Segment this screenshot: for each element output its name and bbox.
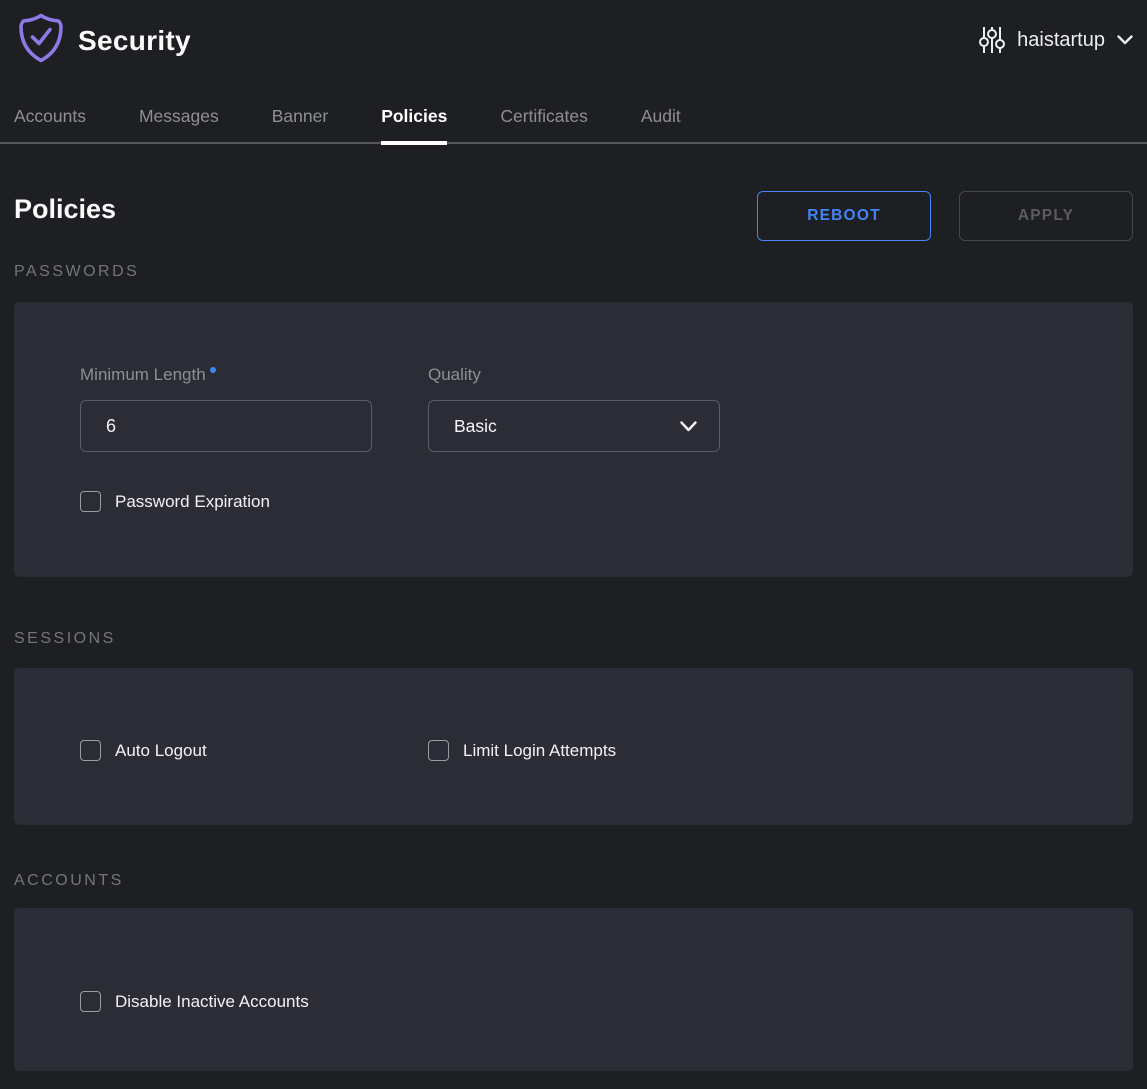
passwords-section-label: PASSWORDS [14,263,139,281]
minimum-length-label: Minimum Length [80,365,216,385]
sessions-section-label: SESSIONS [14,630,116,648]
accounts-panel: Disable Inactive Accounts [14,908,1133,1071]
disable-inactive-accounts-label: Disable Inactive Accounts [115,992,309,1012]
tab-accounts[interactable]: Accounts [14,103,86,142]
password-expiration-checkbox[interactable] [80,491,101,512]
quality-label: Quality [428,365,481,385]
sessions-panel: Auto Logout Limit Login Attempts [14,668,1133,825]
chevron-down-icon [680,421,697,432]
tab-messages[interactable]: Messages [139,103,219,142]
security-shield-icon [18,13,64,63]
passwords-panel: Minimum Length Quality Basic Password Ex… [14,302,1133,577]
app-header: Security haistartup [0,0,1147,90]
tab-policies[interactable]: Policies [381,103,447,142]
account-name: haistartup [1017,29,1105,52]
password-expiration-checkbox-row[interactable]: Password Expiration [80,491,270,512]
limit-login-attempts-checkbox-row[interactable]: Limit Login Attempts [428,740,616,761]
auto-logout-checkbox[interactable] [80,740,101,761]
disable-inactive-accounts-checkbox[interactable] [80,991,101,1012]
security-settings-screen: Security haistartup Accounts Messages Ba [0,0,1147,1089]
required-indicator-icon [210,367,216,373]
quality-select[interactable]: Basic [428,400,720,452]
password-expiration-label: Password Expiration [115,492,270,512]
page-header-title: Security [78,25,191,57]
page-title: Policies [14,194,116,225]
quality-select-value: Basic [454,416,680,437]
tab-certificates[interactable]: Certificates [500,103,588,142]
tab-audit[interactable]: Audit [641,103,681,142]
auto-logout-checkbox-row[interactable]: Auto Logout [80,740,207,761]
limit-login-attempts-label: Limit Login Attempts [463,741,616,761]
tab-bar: Accounts Messages Banner Policies Certif… [0,103,1147,144]
sliders-icon [979,26,1005,54]
minimum-length-label-text: Minimum Length [80,365,206,384]
limit-login-attempts-checkbox[interactable] [428,740,449,761]
accounts-section-label: ACCOUNTS [14,872,124,890]
disable-inactive-accounts-checkbox-row[interactable]: Disable Inactive Accounts [80,991,309,1012]
tab-banner[interactable]: Banner [272,103,328,142]
reboot-button[interactable]: REBOOT [757,191,931,241]
account-menu[interactable]: haistartup [979,26,1133,54]
auto-logout-label: Auto Logout [115,741,207,761]
minimum-length-input[interactable] [80,400,372,452]
apply-button: APPLY [959,191,1133,241]
chevron-down-icon [1117,35,1133,45]
